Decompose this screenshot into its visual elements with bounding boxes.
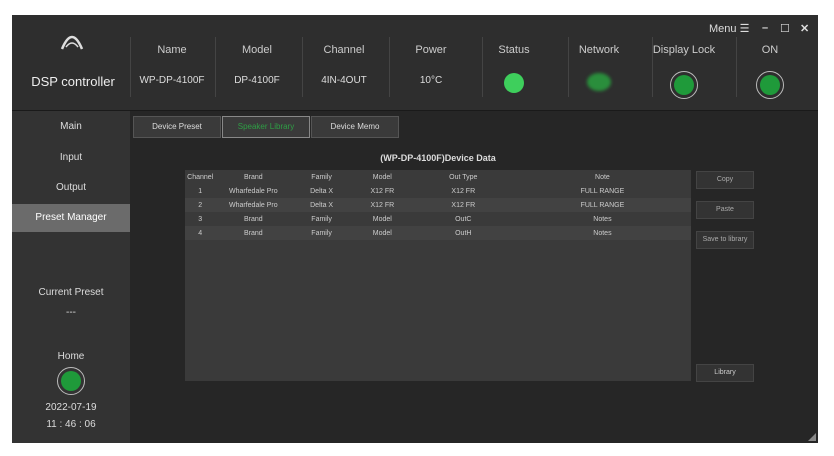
- table-cell: FULL RANGE: [580, 187, 625, 195]
- table-cell: 2: [185, 198, 216, 212]
- table-row[interactable]: 1 Wharfedale Pro Delta X X12 FR X12 FR FULL R…: [185, 184, 691, 198]
- table-cell: Family: [291, 226, 352, 240]
- close-button[interactable]: ✕: [800, 22, 809, 35]
- table-title: (WP-DP-4100F)Device Data: [380, 153, 496, 163]
- device-power: Power 10°C: [415, 44, 447, 86]
- menu-button[interactable]: Menu ☰: [709, 22, 749, 35]
- current-preset-value: ---: [66, 307, 76, 318]
- device-name: Name WP-DP-4100F: [139, 44, 205, 86]
- table-cell: 1: [198, 187, 203, 195]
- table-cell: Model: [372, 215, 392, 223]
- copy-button[interactable]: Copy: [696, 171, 754, 189]
- resize-grip-icon[interactable]: [808, 433, 816, 441]
- table-cell: Notes: [513, 226, 691, 240]
- table-row[interactable]: 3 Brand Family Model OutC Notes: [185, 212, 691, 226]
- table-cell: X12 FR: [451, 187, 476, 195]
- sidebar-item-input[interactable]: Input: [12, 144, 130, 172]
- table-cell: 3: [198, 215, 203, 223]
- logo-icon: [60, 35, 84, 50]
- network-indicator: Network: [559, 15, 639, 110]
- library-button[interactable]: Library: [696, 364, 754, 382]
- display-lock-icon[interactable]: [670, 71, 698, 99]
- paste-button[interactable]: Paste: [696, 201, 754, 219]
- device-channel: Channel 4IN-4OUT: [321, 44, 367, 86]
- header-bar: DSP controller Name WP-DP-4100F Model DP-4…: [12, 15, 818, 111]
- status-indicator: Status: [474, 15, 554, 110]
- table-cell: Model: [351, 226, 413, 240]
- table-cell: X12 FR: [412, 198, 514, 212]
- logo: [42, 25, 102, 60]
- sidebar: Main Input Output Preset Manager Current…: [12, 111, 130, 443]
- column-header: Channel: [187, 173, 214, 181]
- column-header: Out Type: [449, 173, 478, 181]
- table-cell: Brand: [243, 215, 263, 223]
- column-header: Note: [595, 173, 610, 181]
- sidebar-item-output[interactable]: Output: [12, 174, 130, 202]
- table-cell: Notes: [593, 215, 612, 223]
- table-cell: Family: [311, 215, 332, 223]
- table-header: Channel Brand Family Model Out Type Note: [185, 170, 691, 184]
- sidebar-item-main[interactable]: Main: [12, 113, 130, 141]
- device-model: Model DP-4100F: [234, 44, 280, 86]
- home-button-icon[interactable]: [57, 367, 85, 395]
- column-header: Model: [372, 173, 392, 181]
- table-cell: X12 FR: [370, 187, 395, 195]
- app-title: DSP controller: [31, 74, 115, 89]
- table-cell: OutH: [412, 226, 514, 240]
- tab-device-preset[interactable]: Device Preset: [133, 116, 221, 138]
- tab-speaker-library[interactable]: Speaker Library: [222, 116, 310, 138]
- table-cell: OutC: [455, 215, 472, 223]
- network-led-icon: [587, 73, 611, 91]
- table-cell: Delta X: [291, 198, 352, 212]
- table-cell: X12 FR: [351, 198, 413, 212]
- table-cell: Wharfedale Pro: [228, 187, 278, 195]
- table-cell: Wharfedale Pro: [215, 198, 292, 212]
- save-to-library-button[interactable]: Save to library: [696, 231, 754, 249]
- table-cell: Brand: [215, 226, 292, 240]
- status-led-icon: [504, 73, 524, 93]
- power-on-icon[interactable]: [756, 71, 784, 99]
- column-header: Family: [311, 173, 332, 181]
- app-window: DSP controller Name WP-DP-4100F Model DP-4…: [12, 15, 818, 443]
- time: 11 : 46 : 06: [46, 419, 96, 430]
- sidebar-item-preset-manager[interactable]: Preset Manager: [12, 204, 130, 232]
- device-data-table: Channel Brand Family Model Out Type Note 1 Wha…: [185, 170, 691, 381]
- column-header: Brand: [243, 173, 263, 181]
- tab-device-memo[interactable]: Device Memo: [311, 116, 399, 138]
- table-cell: FULL RANGE: [513, 198, 691, 212]
- table-cell: Delta X: [310, 187, 334, 195]
- table-row[interactable]: 2 Wharfedale Pro Delta X X12 FR X12 FR FULL R…: [185, 198, 691, 212]
- table-row[interactable]: 4 Brand Family Model OutH Notes: [185, 226, 691, 240]
- table-cell: 4: [185, 226, 216, 240]
- minimize-button[interactable]: –: [762, 22, 768, 34]
- maximize-button[interactable]: ☐: [780, 22, 790, 35]
